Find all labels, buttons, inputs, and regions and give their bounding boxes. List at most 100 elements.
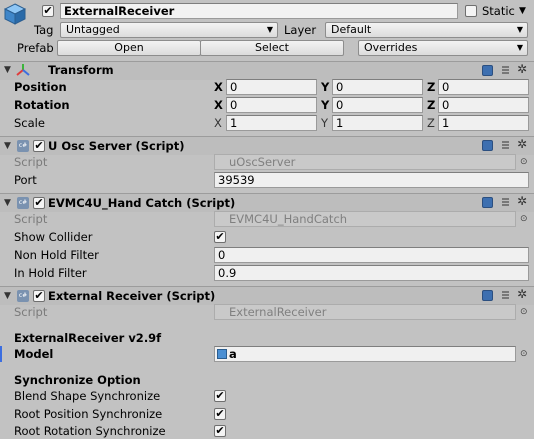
position-y-field[interactable]: 0 xyxy=(332,79,423,95)
axis-z-label: Z xyxy=(427,80,436,94)
hand-script-value: EVMC4U_HandCatch xyxy=(229,212,348,226)
prefab-cube-icon xyxy=(217,349,227,359)
osc-title: U Osc Server (Script) xyxy=(48,139,185,153)
chevron-down-icon: ▼ xyxy=(516,43,523,52)
axis-x-label: X xyxy=(214,80,223,94)
blend-shape-sync-checkbox[interactable]: ✔ xyxy=(214,390,226,402)
hand-script-field: EVMC4U_HandCatch xyxy=(214,211,516,227)
foldout-arrow-icon[interactable]: ▼ xyxy=(4,62,11,78)
position-label: Position xyxy=(14,80,67,94)
model-label: Model xyxy=(14,347,54,361)
in-hold-filter-field[interactable]: 0.9 xyxy=(214,265,529,281)
receiver-title: External Receiver (Script) xyxy=(48,289,216,303)
static-dropdown-arrow-icon[interactable]: ▼ xyxy=(519,3,526,19)
tag-label: Tag xyxy=(34,23,54,37)
help-icon[interactable] xyxy=(482,197,493,208)
non-hold-filter-label: Non Hold Filter xyxy=(14,248,99,262)
receiver-version-label: ExternalReceiver v2.9f xyxy=(14,331,162,345)
help-icon[interactable] xyxy=(482,65,493,76)
scale-y-field[interactable]: 1 xyxy=(332,115,423,131)
tag-value: Untagged xyxy=(66,23,120,36)
in-hold-filter-label: In Hold Filter xyxy=(14,266,87,280)
tag-dropdown[interactable]: Untagged ▼ xyxy=(60,22,278,38)
root-rotation-sync-checkbox[interactable]: ✔ xyxy=(214,425,226,437)
axis-x-label: X xyxy=(214,116,222,130)
active-checkbox[interactable]: ✔ xyxy=(42,5,54,17)
foldout-arrow-icon[interactable]: ▼ xyxy=(4,138,11,154)
rotation-label: Rotation xyxy=(14,98,70,112)
show-collider-checkbox[interactable]: ✔ xyxy=(214,231,226,243)
axis-x-label: X xyxy=(214,98,223,112)
layer-dropdown[interactable]: Default ▼ xyxy=(325,22,528,38)
preset-icon[interactable] xyxy=(500,290,511,301)
model-field-highlight xyxy=(0,346,2,362)
axis-y-label: Y xyxy=(321,80,330,94)
gear-icon[interactable]: ✲ xyxy=(517,138,527,150)
rotation-y-field[interactable]: 0 xyxy=(332,97,423,113)
prefab-select-button[interactable]: Select xyxy=(200,40,344,56)
receiver-script-label: Script xyxy=(14,305,48,319)
object-picker-icon[interactable]: ⊙ xyxy=(520,154,528,170)
scale-x-field[interactable]: 1 xyxy=(226,115,317,131)
osc-enabled-checkbox[interactable]: ✔ xyxy=(33,140,45,152)
receiver-script-field: ExternalReceiver xyxy=(214,304,516,320)
object-name-field[interactable]: ExternalReceiver xyxy=(60,3,458,19)
axis-y-label: Y xyxy=(321,98,330,112)
port-label: Port xyxy=(14,173,37,187)
osc-script-value: uOscServer xyxy=(229,155,296,169)
sync-option-header: Synchronize Option xyxy=(14,373,141,387)
scale-label: Scale xyxy=(14,116,45,130)
model-field[interactable]: a xyxy=(214,346,516,362)
non-hold-filter-field[interactable]: 0 xyxy=(214,247,529,263)
rotation-x-field[interactable]: 0 xyxy=(226,97,317,113)
hand-catch-enabled-checkbox[interactable]: ✔ xyxy=(33,197,45,209)
rotation-z-field[interactable]: 0 xyxy=(438,97,529,113)
gear-icon[interactable]: ✲ xyxy=(517,63,527,75)
foldout-arrow-icon[interactable]: ▼ xyxy=(4,195,11,211)
port-field[interactable]: 39539 xyxy=(214,172,529,188)
object-picker-icon[interactable]: ⊙ xyxy=(520,304,528,320)
script-file-icon: c# xyxy=(17,197,29,209)
scale-z-field[interactable]: 1 xyxy=(438,115,529,131)
help-icon[interactable] xyxy=(482,290,493,301)
static-checkbox[interactable] xyxy=(465,5,477,17)
chevron-down-icon: ▼ xyxy=(516,25,523,34)
script-file-icon: c# xyxy=(17,140,29,152)
axis-y-label: Y xyxy=(321,116,329,130)
blend-shape-sync-label: Blend Shape Synchronize xyxy=(14,389,161,403)
gear-icon[interactable]: ✲ xyxy=(517,195,527,207)
osc-script-label: Script xyxy=(14,155,48,169)
script-file-icon: c# xyxy=(17,290,29,302)
prefab-overrides-dropdown[interactable]: Overrides ▼ xyxy=(358,40,528,56)
preset-icon[interactable] xyxy=(500,197,511,208)
layer-value: Default xyxy=(331,23,372,36)
prefab-open-button[interactable]: Open xyxy=(57,40,201,56)
prefab-label: Prefab xyxy=(17,41,54,55)
osc-script-field: uOscServer xyxy=(214,154,516,170)
help-icon[interactable] xyxy=(482,140,493,151)
foldout-arrow-icon[interactable]: ▼ xyxy=(4,288,11,304)
preset-icon[interactable] xyxy=(500,65,511,76)
static-label: Static xyxy=(482,4,515,18)
gameobject-cube-icon xyxy=(3,3,27,25)
preset-icon[interactable] xyxy=(500,140,511,151)
axis-z-label: Z xyxy=(427,116,435,130)
receiver-script-value: ExternalReceiver xyxy=(229,305,327,319)
root-rotation-sync-label: Root Rotation Synchronize xyxy=(14,424,166,438)
chevron-down-icon: ▼ xyxy=(266,25,273,34)
transform-axes-icon xyxy=(16,63,30,77)
position-z-field[interactable]: 0 xyxy=(438,79,529,95)
hand-catch-title: EVMC4U_Hand Catch (Script) xyxy=(48,196,236,210)
position-x-field[interactable]: 0 xyxy=(226,79,317,95)
transform-title: Transform xyxy=(48,63,114,77)
gear-icon[interactable]: ✲ xyxy=(517,288,527,300)
layer-label: Layer xyxy=(284,23,317,37)
root-position-sync-checkbox[interactable]: ✔ xyxy=(214,408,226,420)
overrides-value: Overrides xyxy=(364,41,418,54)
axis-z-label: Z xyxy=(427,98,436,112)
hand-script-label: Script xyxy=(14,212,48,226)
object-picker-icon[interactable]: ⊙ xyxy=(520,211,528,227)
model-value: a xyxy=(229,347,237,361)
object-picker-icon[interactable]: ⊙ xyxy=(520,346,528,362)
receiver-enabled-checkbox[interactable]: ✔ xyxy=(33,290,45,302)
